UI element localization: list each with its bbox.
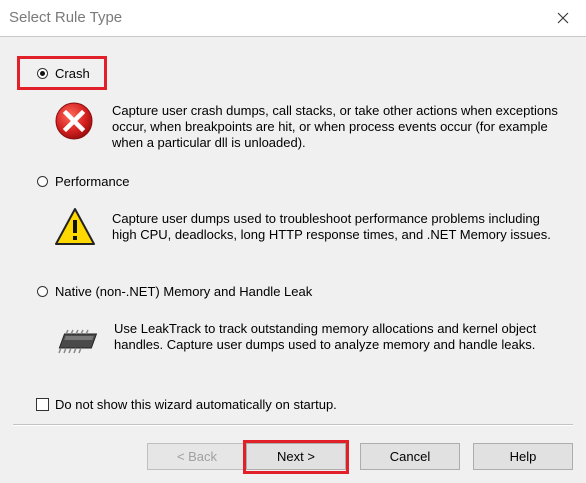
- native-memory-label: Native (non-.NET) Memory and Handle Leak: [55, 284, 313, 299]
- startup-checkbox-option[interactable]: Do not show this wizard automatically on…: [36, 397, 337, 412]
- separator: [13, 424, 573, 426]
- dialog-content: Crash Capture user crash dumps, call sta…: [0, 36, 586, 483]
- native-memory-radio[interactable]: [37, 286, 48, 297]
- cancel-button[interactable]: Cancel: [360, 443, 460, 470]
- startup-checkbox-label: Do not show this wizard automatically on…: [55, 397, 337, 412]
- window-title: Select Rule Type: [9, 9, 123, 26]
- performance-radio-option[interactable]: Performance: [37, 174, 129, 189]
- close-icon: [557, 12, 569, 24]
- native-memory-radio-option[interactable]: Native (non-.NET) Memory and Handle Leak: [37, 284, 312, 299]
- crash-radio-option[interactable]: Crash: [37, 66, 90, 81]
- warning-icon: [55, 208, 95, 245]
- crash-description: Capture user crash dumps, call stacks, o…: [112, 103, 558, 150]
- next-button[interactable]: Next >: [246, 443, 346, 470]
- performance-radio[interactable]: [37, 176, 48, 187]
- help-button[interactable]: Help: [473, 443, 573, 470]
- error-icon: [55, 102, 93, 140]
- close-button[interactable]: [540, 0, 586, 36]
- back-button[interactable]: < Back: [147, 443, 247, 470]
- performance-label: Performance: [55, 174, 130, 189]
- performance-description: Capture user dumps used to troubleshoot …: [112, 211, 551, 242]
- native-memory-description: Use LeakTrack to track outstanding memor…: [114, 321, 537, 352]
- crash-radio[interactable]: [37, 68, 48, 79]
- memory-chip-icon: [58, 329, 98, 354]
- title-bar: Select Rule Type: [0, 0, 586, 36]
- startup-checkbox[interactable]: [36, 398, 49, 411]
- crash-label: Crash: [55, 66, 90, 81]
